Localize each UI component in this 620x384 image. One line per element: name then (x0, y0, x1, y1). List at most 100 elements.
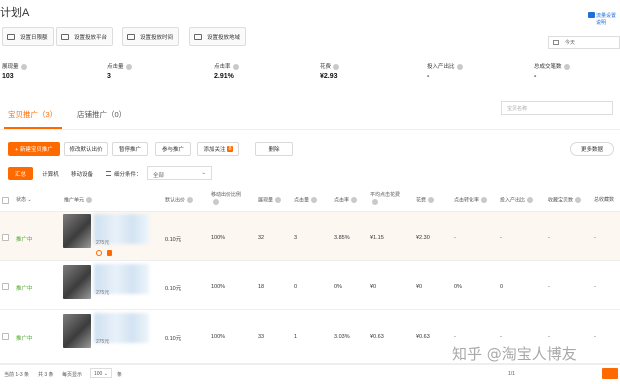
stat-label-orders: 总成交笔数 (534, 62, 570, 70)
delete-icon[interactable] (107, 250, 112, 256)
follow-badge: 8 (227, 146, 233, 152)
set-platform-button[interactable]: 设置投放平台 (56, 27, 114, 46)
help-icon (86, 197, 93, 203)
row-checkbox[interactable] (2, 234, 9, 241)
segment-mobile[interactable]: 移动设备 (67, 167, 97, 180)
per-page-select[interactable]: 100 ⌄ (90, 368, 112, 378)
set-platform-label: 设置投放平台 (74, 34, 108, 41)
zhihu-watermark: 知乎 @淘宝人博友 (452, 345, 577, 363)
next-page-button[interactable] (602, 368, 618, 379)
help-icon (456, 63, 463, 70)
row-checkbox[interactable] (2, 283, 9, 290)
cell-cvr: - (454, 235, 456, 241)
header-status[interactable]: 状态 ⌄ (16, 197, 32, 204)
segment-summary[interactable]: 汇总 (8, 167, 33, 180)
segment-computer[interactable]: 计算机 (38, 167, 63, 180)
product-thumbnail[interactable] (63, 314, 91, 348)
set-time-label: 设置投放时间 (140, 34, 174, 41)
help-icon (563, 63, 570, 70)
set-region-button[interactable]: 设置投放地域 (189, 27, 247, 46)
cell-bid[interactable]: 0.10元 (165, 235, 181, 243)
condition-value: 全部 (153, 173, 165, 179)
join-promotion-button[interactable]: 参与推广 (155, 142, 191, 156)
stat-label-roi: 投入产出比 (427, 62, 463, 70)
header-unit: 推广单元 (64, 197, 93, 204)
cell-cpc: ¥0 (370, 284, 377, 290)
cell-cost: ¥2.30 (416, 235, 430, 241)
help-icon (372, 199, 378, 205)
set-time-button[interactable]: 设置投放时间 (122, 27, 180, 46)
cell-impressions: 33 (258, 334, 265, 340)
cell-cpc: ¥0.63 (370, 334, 384, 340)
help-icon (213, 199, 219, 205)
per-page-unit: 条 (117, 372, 123, 378)
date-picker[interactable]: 今天 (548, 36, 620, 49)
header-roi: 投入产出比 (500, 197, 534, 204)
condition-select[interactable]: 全部 ⌄ (147, 166, 212, 180)
cell-ctr: 0% (334, 284, 342, 290)
cell-cvr: - (454, 334, 456, 340)
active-tab-underline (4, 127, 62, 129)
flow-settings-link[interactable]: 流量设置说明 (596, 12, 620, 26)
map-icon (194, 33, 202, 40)
cell-clicks: 1 (294, 334, 298, 340)
set-daily-limit-button[interactable]: 设置日限额 (2, 27, 54, 46)
select-all-checkbox[interactable] (2, 197, 9, 204)
help-icon (125, 63, 132, 70)
per-page-value: 100 (94, 371, 103, 377)
per-page-label: 每页显示 (62, 372, 83, 378)
table-row (0, 212, 620, 261)
cell-fav-items: - (548, 284, 550, 290)
help-icon (333, 63, 340, 70)
header-cpc: 平均点击花费 (370, 192, 400, 206)
cell-roi: 0 (500, 284, 504, 290)
set-region-label: 设置投放地域 (207, 34, 241, 41)
cell-mobile-ratio: 100% (211, 235, 226, 241)
stat-label-impressions: 展现量 (2, 62, 27, 70)
calendar-small-icon (553, 40, 559, 45)
stat-value-cost: ¥2.93 (320, 73, 338, 80)
selected-count: 当前 1-3 条 (4, 372, 30, 378)
stat-label-cost: 花费 (320, 62, 340, 70)
add-follow-label: 添加关注 (203, 147, 226, 153)
header-mobile-ratio: 移动出价比例 (211, 192, 241, 206)
page-title: 计划A (0, 7, 30, 19)
cell-fav-items: - (548, 334, 550, 340)
help-icon (575, 197, 582, 203)
more-data-button[interactable]: 更多数据 (570, 142, 614, 156)
product-thumbnail[interactable] (63, 265, 91, 299)
header-bid: 默认出价 (165, 197, 194, 204)
cell-fav-total: - (594, 334, 596, 340)
header-cvr: 点击转化率 (454, 197, 488, 204)
stat-value-clicks: 3 (107, 73, 111, 80)
help-icon (275, 197, 282, 203)
cell-bid[interactable]: 0.10元 (165, 334, 181, 342)
help-icon (481, 197, 488, 203)
tab-item-promotion[interactable]: 宝贝推广（3） (8, 109, 57, 120)
stat-label-ctr: 点击率 (214, 62, 239, 70)
product-thumbnail[interactable] (63, 214, 91, 248)
cell-ctr: 3.85% (334, 235, 350, 241)
modify-default-bid-button[interactable]: 修改默认出价 (64, 142, 108, 156)
add-follow-button[interactable]: 添加关注 8 (197, 142, 239, 156)
row-checkbox[interactable] (2, 333, 9, 340)
search-input[interactable]: 宝贝名称 (501, 101, 613, 115)
new-item-promotion-button[interactable]: + 新建宝贝推广 (8, 142, 60, 156)
cell-cost: ¥0 (416, 284, 423, 290)
delete-button[interactable]: 删除 (255, 142, 293, 156)
cell-bid[interactable]: 0.10元 (165, 284, 181, 292)
chevron-down-icon: ⌄ (201, 170, 206, 176)
stat-value-ctr: 2.91% (214, 73, 234, 80)
cell-ctr: 3.03% (334, 334, 350, 340)
header-fav-total: 总收藏数 (594, 197, 615, 203)
cell-impressions: 18 (258, 284, 265, 290)
settings-icon[interactable] (96, 250, 102, 256)
cell-cpc: ¥1.15 (370, 235, 384, 241)
help-icon (20, 63, 27, 70)
help-icon (527, 197, 534, 203)
cell-cost: ¥0.63 (416, 334, 430, 340)
pause-promotion-button[interactable]: 暂停推广 (112, 142, 148, 156)
help-icon (311, 197, 318, 203)
price-hint: 275元 (96, 240, 110, 246)
tab-shop-promotion[interactable]: 店铺推广（0） (77, 109, 126, 120)
